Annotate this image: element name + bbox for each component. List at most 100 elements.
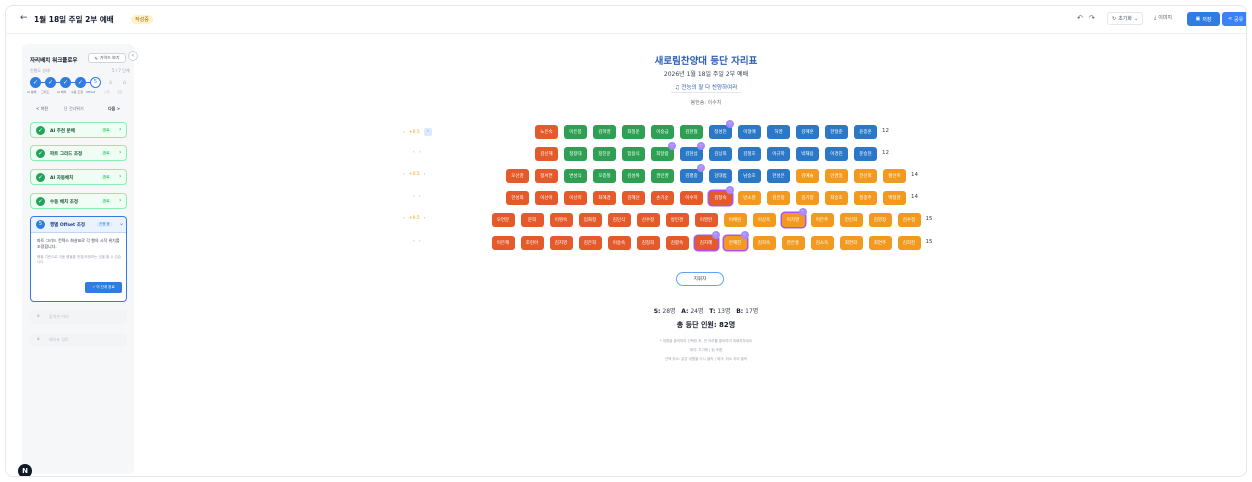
seat[interactable]: 이영란	[694, 213, 718, 227]
seat[interactable]: 이경진	[825, 147, 848, 161]
seat[interactable]: 정진운	[593, 147, 616, 161]
complete-step-button[interactable]: ✓ 이 단계 완료	[85, 282, 122, 293]
seat[interactable]: 남승호	[738, 169, 761, 183]
offset-left-icon[interactable]: ‹	[413, 239, 415, 244]
seat[interactable]: 김성복	[622, 169, 645, 183]
seat[interactable]: 이승금	[651, 125, 674, 139]
seat[interactable]: 김신혜	[535, 147, 558, 161]
seat[interactable]: 손기순	[651, 191, 674, 205]
offset-left-icon[interactable]: ‹	[403, 130, 405, 135]
seat[interactable]: 김민식	[607, 213, 631, 227]
seat[interactable]: 오선영	[506, 169, 529, 183]
seat[interactable]: 임화정	[578, 213, 602, 227]
seat[interactable]: 이선아	[535, 191, 558, 205]
seat[interactable]: 김정희	[636, 236, 660, 250]
offset-right-icon[interactable]: ›	[424, 216, 426, 221]
seat[interactable]: 김향숙	[665, 236, 689, 250]
seat[interactable]: 김지영	[549, 236, 573, 250]
seat[interactable]: 전선희	[854, 169, 877, 183]
seat[interactable]: 반소현	[738, 191, 761, 205]
seat[interactable]: 김예슬	[796, 169, 819, 183]
row-offset-control[interactable]: ‹ +0.5 ›	[403, 128, 432, 136]
collapse-sidebar-icon[interactable]: ‹	[128, 51, 138, 61]
step-4-done[interactable]: ✓	[75, 77, 86, 88]
next-step-button[interactable]: 다음 >	[108, 106, 120, 112]
seat[interactable]: 이형애	[738, 125, 761, 139]
seat[interactable]: 김소옥	[810, 236, 834, 250]
seat[interactable]: 허영	[767, 125, 790, 139]
seat[interactable]: 최혜경	[593, 191, 616, 205]
seat[interactable]: 김희진	[897, 236, 921, 250]
seat[interactable]: 김수정	[897, 213, 921, 227]
seat[interactable]: 김은희	[578, 236, 602, 250]
save-button[interactable]: ▣ 저장	[1187, 12, 1220, 26]
seat[interactable]: 이은혜	[491, 236, 515, 250]
seat[interactable]: 최승호	[825, 191, 848, 205]
seat[interactable]: 이애린	[723, 213, 747, 227]
seat[interactable]: 한성은	[767, 169, 790, 183]
seat[interactable]: 이선미	[564, 191, 587, 205]
undo-icon[interactable]: ↶	[1077, 14, 1083, 22]
seat[interactable]: 방인경	[665, 213, 689, 227]
step-5-current[interactable]: 5	[90, 77, 101, 88]
seat[interactable]: 이규학	[767, 147, 790, 161]
seat[interactable]: 김상희	[709, 147, 732, 161]
step-3-done[interactable]: ✓	[60, 77, 71, 88]
seat[interactable]: 강대범	[709, 169, 732, 183]
step-card-manual[interactable]: ✓ 수동 배치 조정 완료 ›	[30, 193, 127, 209]
seat[interactable]: 최연희	[839, 236, 863, 250]
seat[interactable]: 이명숙	[549, 213, 573, 227]
seat[interactable]: 함용식	[622, 147, 645, 161]
seat[interactable]: 문희	[520, 213, 544, 227]
offset-right-icon[interactable]: ›	[419, 150, 421, 155]
seat[interactable]: 조현아	[520, 236, 544, 250]
redo-icon[interactable]: ↷	[1089, 14, 1095, 22]
offset-left-icon[interactable]: ‹	[413, 150, 415, 155]
seat[interactable]: 백정현	[883, 191, 906, 205]
seat[interactable]: 김현철	[680, 125, 703, 139]
step-1-done[interactable]: ✓	[30, 77, 41, 88]
n-logo-icon[interactable]: N	[18, 464, 32, 476]
offset-right-icon[interactable]: ›	[419, 194, 421, 199]
row-offset-control[interactable]: ‹ +0.5 ›	[403, 172, 426, 177]
seat[interactable]: 김기정	[796, 191, 819, 205]
offset-right-icon[interactable]: ›	[424, 172, 426, 177]
seat[interactable]: 김혜훈	[796, 125, 819, 139]
share-button[interactable]: ⋖ 공유	[1222, 12, 1246, 26]
seat[interactable]: 김철호	[738, 147, 761, 161]
seat[interactable]: 이수지	[680, 191, 703, 205]
seat[interactable]: 정창대	[564, 147, 587, 161]
seat[interactable]: 김학영	[593, 125, 616, 139]
active-step-header[interactable]: 5 행별 Offset 조정 진행 중 ⌄	[31, 217, 126, 233]
seat[interactable]: 정종주	[854, 191, 877, 205]
seat[interactable]: 한은홍	[781, 236, 805, 250]
prev-step-button[interactable]: < 이전	[36, 106, 48, 112]
seat[interactable]: 김영정	[868, 213, 892, 227]
guide-button[interactable]: ✎ 가이드 보기	[88, 53, 126, 63]
seat[interactable]: 김혜선	[622, 191, 645, 205]
seat[interactable]: 한성희	[506, 191, 529, 205]
seat[interactable]: 정서연	[535, 169, 558, 183]
row-offset-control[interactable]: ‹ +0.5 ›	[403, 216, 426, 221]
seat[interactable]: 최연주	[868, 236, 892, 250]
seat[interactable]: 권민영	[651, 169, 674, 183]
seat[interactable]: 박재용	[796, 147, 819, 161]
seat[interactable]: 오종철	[593, 169, 616, 183]
seat[interactable]: 윤종훈	[854, 125, 877, 139]
step-card-ai-distribution[interactable]: ✓ AI 추천 분배 완료 ›	[30, 122, 127, 138]
row-offset-control[interactable]: ‹ ›	[413, 194, 421, 199]
offset-right-icon[interactable]: ›	[423, 128, 432, 136]
seat[interactable]: 이은봉	[564, 125, 587, 139]
seat[interactable]: 오연분	[491, 213, 515, 227]
row-offset-control[interactable]: ‹ ›	[413, 150, 421, 155]
seat[interactable]: 변성식	[564, 169, 587, 183]
back-arrow-icon[interactable]: ←	[20, 13, 28, 23]
seat[interactable]: 전인희	[839, 213, 863, 227]
seat[interactable]: 이승숙	[607, 236, 631, 250]
offset-left-icon[interactable]: ‹	[403, 172, 405, 177]
step-card-ai-placement[interactable]: ✓ AI 자동배치 완료 ›	[30, 169, 127, 185]
skip-step-button[interactable]: 단 건너뛰기	[64, 106, 84, 112]
row-offset-control[interactable]: ‹ ›	[413, 239, 421, 244]
step-2-done[interactable]: ✓	[45, 77, 56, 88]
offset-left-icon[interactable]: ‹	[403, 216, 405, 221]
